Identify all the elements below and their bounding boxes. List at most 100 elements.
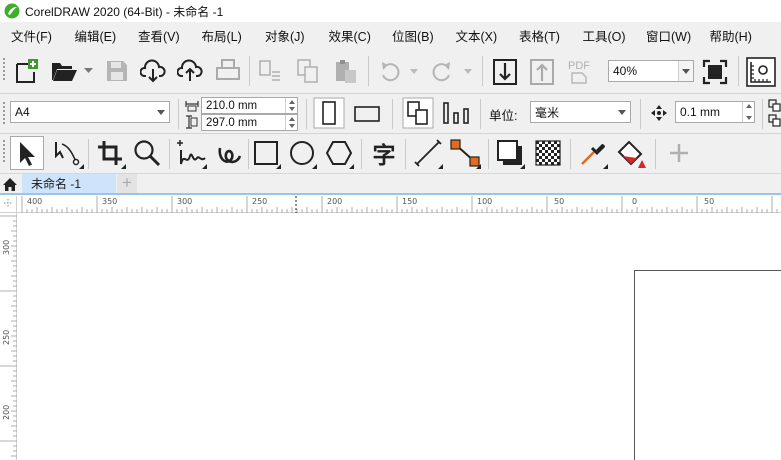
page-height-value: 297.0 mm [206, 116, 258, 129]
page-width-field[interactable]: 210.0 mm [201, 97, 298, 114]
flyout-indicator-icon [121, 164, 126, 169]
transparency-tool-icon[interactable] [533, 138, 563, 168]
document-page[interactable] [634, 270, 781, 460]
full-screen-preview-icon[interactable] [702, 59, 728, 85]
document-tab[interactable]: 未命名 -1 [22, 174, 116, 193]
menu-tools[interactable]: 工具(O) [572, 26, 636, 45]
ruler-label: 400 [27, 197, 43, 206]
page-height-field[interactable]: 297.0 mm [201, 114, 298, 131]
menu-view[interactable]: 查看(V) [127, 26, 191, 45]
interactive-fill-tool-icon[interactable] [615, 138, 647, 170]
window-title: CorelDRAW 2020 (64-Bit) - 未命名 -1 [25, 4, 224, 19]
menu-edit[interactable]: 编辑(E) [64, 26, 128, 45]
ruler-label: 300 [2, 239, 11, 255]
menu-window[interactable]: 窗口(W) [635, 26, 699, 45]
shape-tool-icon[interactable] [52, 138, 82, 168]
import-icon[interactable] [492, 58, 518, 86]
landscape-orientation-icon[interactable] [351, 97, 383, 129]
flyout-indicator-icon [312, 164, 317, 169]
new-document-tab-button[interactable]: + [117, 174, 137, 193]
ruler-label: 0 [632, 197, 638, 206]
toolbar-separator [169, 139, 170, 169]
flyout-indicator-icon [603, 164, 608, 169]
flyout-indicator-icon [276, 164, 281, 169]
zoom-dropdown-button[interactable] [678, 61, 693, 81]
page-size-select[interactable]: A4 [10, 101, 170, 123]
cloud-download-icon[interactable] [140, 59, 166, 83]
standard-toolbar: PDF 40% [0, 48, 781, 94]
all-pages-icon[interactable] [402, 97, 434, 129]
menu-bitmaps[interactable]: 位图(B) [381, 26, 445, 45]
customize-toolbox-plus-icon[interactable] [667, 141, 691, 165]
home-icon[interactable] [2, 177, 18, 192]
pick-tool-icon[interactable] [10, 136, 44, 170]
menu-bar: 文件(F) 编辑(E) 查看(V) 布局(L) 对象(J) 效果(C) 位图(B… [0, 22, 781, 48]
toolbar-separator [762, 99, 763, 129]
current-page-icon[interactable] [440, 97, 472, 129]
menu-layout[interactable]: 布局(L) [191, 26, 255, 45]
page-width-icon [185, 101, 199, 112]
toolbar-separator [88, 139, 89, 169]
toolbox: 字 [0, 134, 781, 174]
menu-object[interactable]: 对象(J) [254, 26, 318, 45]
nudge-distance-spinner[interactable] [742, 102, 754, 122]
text-tool-glyph: 字 [372, 142, 396, 168]
toolbar-separator [488, 139, 489, 169]
horizontal-ruler[interactable]: 400 350 300 250 200 150 100 50 0 50 [17, 196, 781, 213]
text-tool-button[interactable]: 字 [369, 138, 399, 168]
portrait-orientation-icon[interactable] [313, 97, 345, 129]
open-folder-icon[interactable] [50, 60, 78, 82]
undo-dropdown-icon [410, 69, 418, 74]
zoom-tool-icon[interactable] [132, 138, 162, 168]
artistic-media-tool-icon[interactable] [214, 138, 244, 168]
toolbar-grip [3, 140, 6, 164]
copy-icon [297, 59, 318, 83]
flyout-indicator-icon [79, 164, 84, 169]
undo-icon [382, 62, 400, 82]
toolbar-grip [3, 102, 6, 126]
toolbar-grip [3, 58, 6, 82]
zoom-level-select[interactable]: 40% [608, 60, 694, 82]
zoom-level-value: 40% [613, 64, 638, 78]
menu-help[interactable]: 帮助(H) [699, 26, 763, 45]
page-height-spinner[interactable] [285, 115, 297, 130]
flyout-indicator-icon [438, 164, 443, 169]
pdf-label: PDF [568, 60, 590, 72]
menu-effects[interactable]: 效果(C) [318, 26, 382, 45]
menu-text[interactable]: 文本(X) [445, 26, 509, 45]
ruler-origin[interactable] [0, 196, 17, 213]
vertical-ruler[interactable]: 300 250 200 [0, 213, 17, 460]
nudge-distance-field[interactable]: 0.1 mm [675, 101, 755, 123]
cloud-upload-icon[interactable] [177, 59, 203, 83]
toolbar-separator [640, 99, 641, 129]
pdf-doc-icon [571, 72, 587, 84]
page-width-spinner[interactable] [285, 98, 297, 113]
ruler-label: 350 [102, 197, 118, 206]
menu-table[interactable]: 表格(T) [508, 26, 572, 45]
toolbar-separator [361, 139, 362, 169]
coreldraw-window: CorelDRAW 2020 (64-Bit) - 未命名 -1 文件(F) 编… [0, 0, 781, 460]
ruler-label: 50 [704, 197, 715, 206]
ruler-label: 50 [554, 197, 565, 206]
open-recent-dropdown-icon[interactable] [84, 68, 93, 74]
toolbar-separator [480, 99, 481, 129]
document-tab-strip: 未命名 -1 + [0, 174, 781, 195]
cut-icon [259, 60, 280, 81]
coreldraw-logo-icon [4, 3, 20, 19]
duplicate-distance-icon[interactable] [768, 98, 781, 128]
toolbar-separator [405, 139, 406, 169]
nudge-distance-icon [651, 105, 667, 121]
rulers-toggle-icon[interactable] [746, 57, 776, 87]
menu-file[interactable]: 文件(F) [0, 26, 64, 45]
new-document-icon[interactable] [14, 58, 40, 84]
property-bar: A4 210.0 mm 297.0 mm 单位: 毫米 0.1 mm [0, 94, 781, 134]
document-tab-label: 未命名 -1 [31, 177, 82, 191]
ruler-label: 250 [2, 329, 11, 345]
redo-dropdown-icon [464, 69, 472, 74]
flyout-indicator-icon [520, 164, 525, 169]
units-label: 单位: [489, 109, 518, 123]
ruler-label: 150 [402, 197, 418, 206]
print-icon[interactable] [215, 59, 241, 83]
save-icon[interactable] [106, 60, 128, 82]
units-select[interactable]: 毫米 [530, 101, 631, 123]
